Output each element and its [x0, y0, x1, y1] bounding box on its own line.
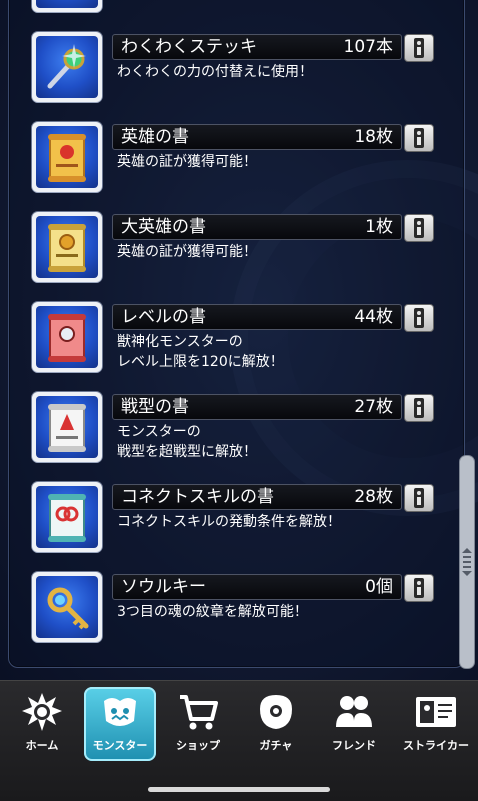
- item-description: 英雄の証が獲得可能！: [117, 154, 257, 170]
- hero-scroll-icon: [32, 122, 102, 192]
- info-button[interactable]: [404, 124, 434, 152]
- list-item[interactable]: 戦型の書 27枚 モンスターの 戦型を超戦型に解放！: [0, 392, 478, 472]
- nav-striker-label: ストライカー: [403, 739, 469, 752]
- info-button[interactable]: [404, 34, 434, 62]
- item-count: 28枚: [354, 487, 393, 507]
- item-name-bar: レベルの書 44枚: [112, 304, 402, 330]
- info-button[interactable]: [404, 484, 434, 512]
- item-count: 0個: [365, 577, 393, 597]
- monster-icon: [104, 698, 136, 726]
- info-button[interactable]: [404, 574, 434, 602]
- nav-shop-label: ショップ: [176, 739, 220, 752]
- info-icon: [414, 38, 424, 58]
- item-name-bar: 戦型の書 27枚: [112, 394, 402, 420]
- connect-skill-scroll-icon: [32, 482, 102, 552]
- item-description: わくわくの力の付替えに使用！: [117, 64, 313, 80]
- info-icon: [414, 488, 424, 508]
- nav-striker[interactable]: ストライカー: [400, 687, 472, 761]
- item-description: 英雄の証が獲得可能！: [117, 244, 257, 260]
- item-name: コネクトスキルの書: [121, 487, 274, 507]
- item-list: わくわくステッキ 107本 わくわくの力の付替えに使用！ 英雄の書 18枚 英雄…: [0, 0, 478, 680]
- item-name: わくわくステッキ: [121, 37, 257, 57]
- list-item[interactable]: ソウルキー 0個 3つ目の魂の紋章を解放可能！: [0, 572, 478, 652]
- item-count: 107本: [343, 37, 393, 57]
- item-description: 獣神化モンスターの レベル上限を120に解放！: [117, 334, 284, 370]
- item-description: モンスターの 戦型を超戦型に解放！: [117, 424, 257, 460]
- nav-shop[interactable]: ショップ: [162, 687, 234, 761]
- soul-key-icon: [32, 572, 102, 642]
- scrollbar-grip-icon[interactable]: [462, 548, 472, 576]
- list-item[interactable]: コネクトスキルの書 28枚 コネクトスキルの発動条件を解放！: [0, 482, 478, 562]
- info-button[interactable]: [404, 304, 434, 332]
- item-name: 英雄の書: [121, 127, 189, 147]
- home-icon: [22, 693, 62, 731]
- scrollbar[interactable]: [459, 455, 475, 669]
- list-item[interactable]: 大英雄の書 1枚 英雄の証が獲得可能！: [0, 212, 478, 292]
- shop-cart-icon: [180, 695, 218, 730]
- level-scroll-icon: [32, 302, 102, 372]
- info-icon: [414, 398, 424, 418]
- item-count: 44枚: [354, 307, 393, 327]
- gacha-icon: [260, 695, 292, 729]
- item-name-bar: コネクトスキルの書 28枚: [112, 484, 402, 510]
- friend-icon: [336, 696, 372, 727]
- nav-home-label: ホーム: [25, 739, 59, 752]
- list-item[interactable]: わくわくステッキ 107本 わくわくの力の付替えに使用！: [0, 32, 478, 112]
- item-name: 大英雄の書: [121, 217, 206, 237]
- item-name: 戦型の書: [121, 397, 189, 417]
- list-item[interactable]: 英雄の書 18枚 英雄の証が獲得可能！: [0, 122, 478, 202]
- list-item[interactable]: レベルの書 44枚 獣神化モンスターの レベル上限を120に解放！: [0, 302, 478, 382]
- info-icon: [414, 308, 424, 328]
- nav-friend[interactable]: フレンド: [318, 687, 390, 761]
- bottom-nav: ホーム モンスター ショップ ガチャ フレンド ストライカー: [0, 680, 478, 801]
- nav-home[interactable]: ホーム: [6, 687, 78, 761]
- info-icon: [414, 128, 424, 148]
- nav-monster[interactable]: モンスター: [84, 687, 156, 761]
- item-count: 27枚: [354, 397, 393, 417]
- item-description: コネクトスキルの発動条件を解放！: [117, 514, 341, 530]
- striker-card-icon: [416, 697, 456, 727]
- item-list-screen: わくわくステッキ 107本 わくわくの力の付替えに使用！ 英雄の書 18枚 英雄…: [0, 0, 478, 680]
- great-hero-scroll-icon: [32, 212, 102, 282]
- item-name: レベルの書: [121, 307, 206, 327]
- nav-monster-label: モンスター: [92, 739, 148, 752]
- item-description: 3つ目の魂の紋章を解放可能！: [117, 604, 308, 620]
- item-name-bar: ソウルキー 0個: [112, 574, 402, 600]
- nav-friend-label: フレンド: [332, 739, 376, 752]
- item-count: 18枚: [354, 127, 393, 147]
- nav-gacha-label: ガチャ: [259, 739, 293, 752]
- sparkle-wand-icon: [32, 32, 102, 102]
- battle-style-scroll-icon: [32, 392, 102, 462]
- item-count: 1枚: [365, 217, 393, 237]
- info-button[interactable]: [404, 214, 434, 242]
- home-indicator[interactable]: [148, 787, 330, 792]
- info-icon: [414, 218, 424, 238]
- item-name: ソウルキー: [121, 577, 206, 597]
- item-name-bar: 英雄の書 18枚: [112, 124, 402, 150]
- nav-gacha[interactable]: ガチャ: [240, 687, 312, 761]
- info-icon: [414, 578, 424, 598]
- item-name-bar: 大英雄の書 1枚: [112, 214, 402, 240]
- item-name-bar: わくわくステッキ 107本: [112, 34, 402, 60]
- info-button[interactable]: [404, 394, 434, 422]
